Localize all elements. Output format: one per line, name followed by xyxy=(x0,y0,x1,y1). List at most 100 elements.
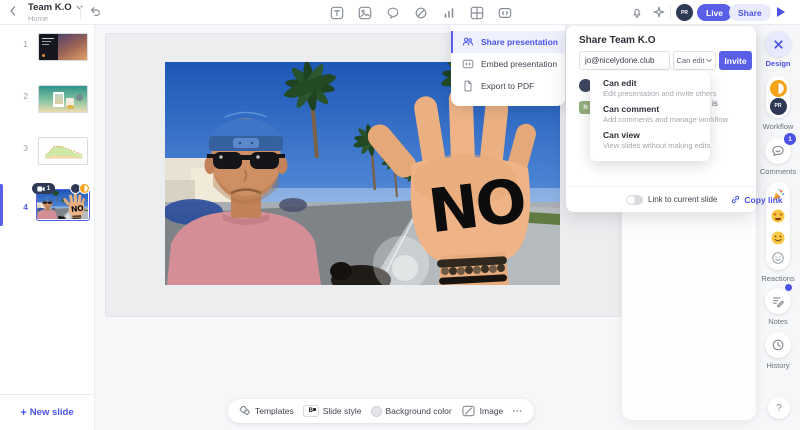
share-modal-title: Share Team K.O xyxy=(579,35,656,46)
menu-item-embed-presentation[interactable]: Embed presentation xyxy=(451,53,565,75)
help-button[interactable]: ? xyxy=(768,397,790,419)
notes-button[interactable] xyxy=(765,288,791,314)
link-toggle-label: Link to current slide xyxy=(648,195,718,204)
permission-dropdown: Can edit Edit presentation and invite ot… xyxy=(590,71,728,161)
divider xyxy=(768,6,769,19)
background-color-swatch xyxy=(370,405,382,417)
document-subtitle: Home xyxy=(28,13,49,23)
invite-button[interactable]: Invite xyxy=(719,51,752,70)
comment-bubble-icon xyxy=(772,145,784,157)
mini-area-chart xyxy=(45,145,83,159)
notes-icon xyxy=(773,297,784,308)
top-bar: Team K.O Home PR Live Share xyxy=(0,0,800,25)
workflow-label: Workflow xyxy=(762,122,794,131)
notifications-button[interactable] xyxy=(630,5,644,19)
assistant-button[interactable] xyxy=(652,5,666,19)
camera-icon xyxy=(37,186,45,191)
chart-tool-button[interactable] xyxy=(440,4,457,21)
slide-status-badge[interactable] xyxy=(68,183,92,194)
sticker-tool-button[interactable] xyxy=(384,4,401,21)
history-button[interactable] xyxy=(765,332,791,358)
slide-number: 1 xyxy=(23,39,28,49)
slide-style-toolbar: Templates B Slide style Background color… xyxy=(228,399,535,423)
embed-icon xyxy=(498,7,511,18)
menu-item-share-presentation[interactable]: Share presentation xyxy=(451,31,565,53)
user-avatar[interactable]: PR xyxy=(676,4,693,21)
history-clock-icon xyxy=(772,339,784,351)
slide-selection-indicator xyxy=(0,184,3,226)
member-text-fragment: is xyxy=(712,99,718,108)
notes-label: Notes xyxy=(768,317,788,326)
link-icon xyxy=(732,195,740,204)
slide-thumbnail-1[interactable] xyxy=(38,33,88,61)
shape-tool-button[interactable] xyxy=(412,4,429,21)
text-icon xyxy=(330,6,343,19)
insert-toolbar xyxy=(328,4,513,21)
embed-tool-button[interactable] xyxy=(496,4,513,21)
menu-item-export-pdf[interactable]: Export to PDF xyxy=(451,75,565,97)
undo-icon xyxy=(90,7,100,16)
templates-button[interactable]: Templates xyxy=(239,405,294,417)
back-button[interactable] xyxy=(9,6,17,16)
design-button[interactable] xyxy=(765,31,791,57)
workflow-status-icon xyxy=(769,79,787,97)
document-title-block[interactable]: Team K.O Home xyxy=(28,3,83,22)
bell-icon xyxy=(633,8,641,18)
add-reaction-icon xyxy=(772,251,784,264)
star-struck-emoji xyxy=(771,209,785,223)
table-icon xyxy=(470,6,483,19)
shape-icon xyxy=(415,7,426,18)
slide-style-swatch: B xyxy=(302,405,319,417)
share-dropdown-menu: Share presentation Embed presentation Ex… xyxy=(451,25,565,106)
table-tool-button[interactable] xyxy=(468,4,485,21)
templates-icon xyxy=(239,405,250,416)
permission-select[interactable]: Can edit xyxy=(673,51,716,70)
slide-thumbnail-3[interactable] xyxy=(38,137,88,165)
slide-number: 2 xyxy=(23,91,28,101)
permission-option-can-view[interactable]: Can view View slides without making edit… xyxy=(603,130,710,150)
more-options-button[interactable]: ⋯ xyxy=(512,406,523,417)
new-slide-button[interactable]: + New slide xyxy=(0,394,94,430)
slide-number: 4 xyxy=(23,202,28,212)
image-icon xyxy=(358,6,371,19)
image-frame-icon xyxy=(462,405,475,417)
image-button[interactable]: Image xyxy=(461,405,503,417)
design-label: Design xyxy=(765,59,791,68)
divider xyxy=(670,6,671,19)
link-to-slide-toggle[interactable] xyxy=(626,194,643,205)
comments-label: Comments xyxy=(759,167,797,176)
document-title: Team K.O xyxy=(28,2,72,13)
slide-thumbnail-2[interactable] xyxy=(38,85,88,113)
slide-style-button[interactable]: B Slide style xyxy=(302,405,362,417)
permission-option-can-edit[interactable]: Can edit Edit presentation and invite ot… xyxy=(603,78,716,98)
slides-sidebar: 1 2 3 4 1 + New slide xyxy=(0,25,95,430)
photo-mini xyxy=(37,190,88,219)
invite-email-input[interactable] xyxy=(579,51,670,70)
undo-button[interactable] xyxy=(88,4,102,18)
smiley-emoji xyxy=(771,231,785,245)
sticker-icon xyxy=(387,7,398,19)
divider xyxy=(80,6,81,19)
document-icon xyxy=(464,80,472,92)
workflow-button[interactable]: PR xyxy=(766,76,790,118)
comments-count-badge: 1 xyxy=(784,133,796,145)
share-button[interactable]: Share xyxy=(729,4,771,21)
slide-comment-badge[interactable]: 1 xyxy=(32,183,55,194)
workflow-avatar: PR xyxy=(769,97,787,115)
design-tools-icon xyxy=(773,39,783,49)
share-modal-footer: Link to current slide Copy link xyxy=(566,186,783,212)
slide-number: 3 xyxy=(23,143,28,153)
copy-link-button[interactable]: Copy link xyxy=(730,194,783,205)
background-color-button[interactable]: Background color xyxy=(370,405,452,417)
people-icon xyxy=(463,37,473,46)
permission-option-can-comment[interactable]: Can comment Add comments and manage work… xyxy=(603,104,728,124)
sparkle-icon xyxy=(653,6,665,18)
history-label: History xyxy=(766,361,790,370)
reactions-label: Reactions xyxy=(761,274,795,283)
text-tool-button[interactable] xyxy=(328,4,345,21)
plus-icon: + xyxy=(20,406,27,419)
image-tool-button[interactable] xyxy=(356,4,373,21)
embed-icon xyxy=(462,59,474,69)
live-button[interactable]: Live xyxy=(697,4,733,21)
present-play-button[interactable] xyxy=(777,7,785,17)
